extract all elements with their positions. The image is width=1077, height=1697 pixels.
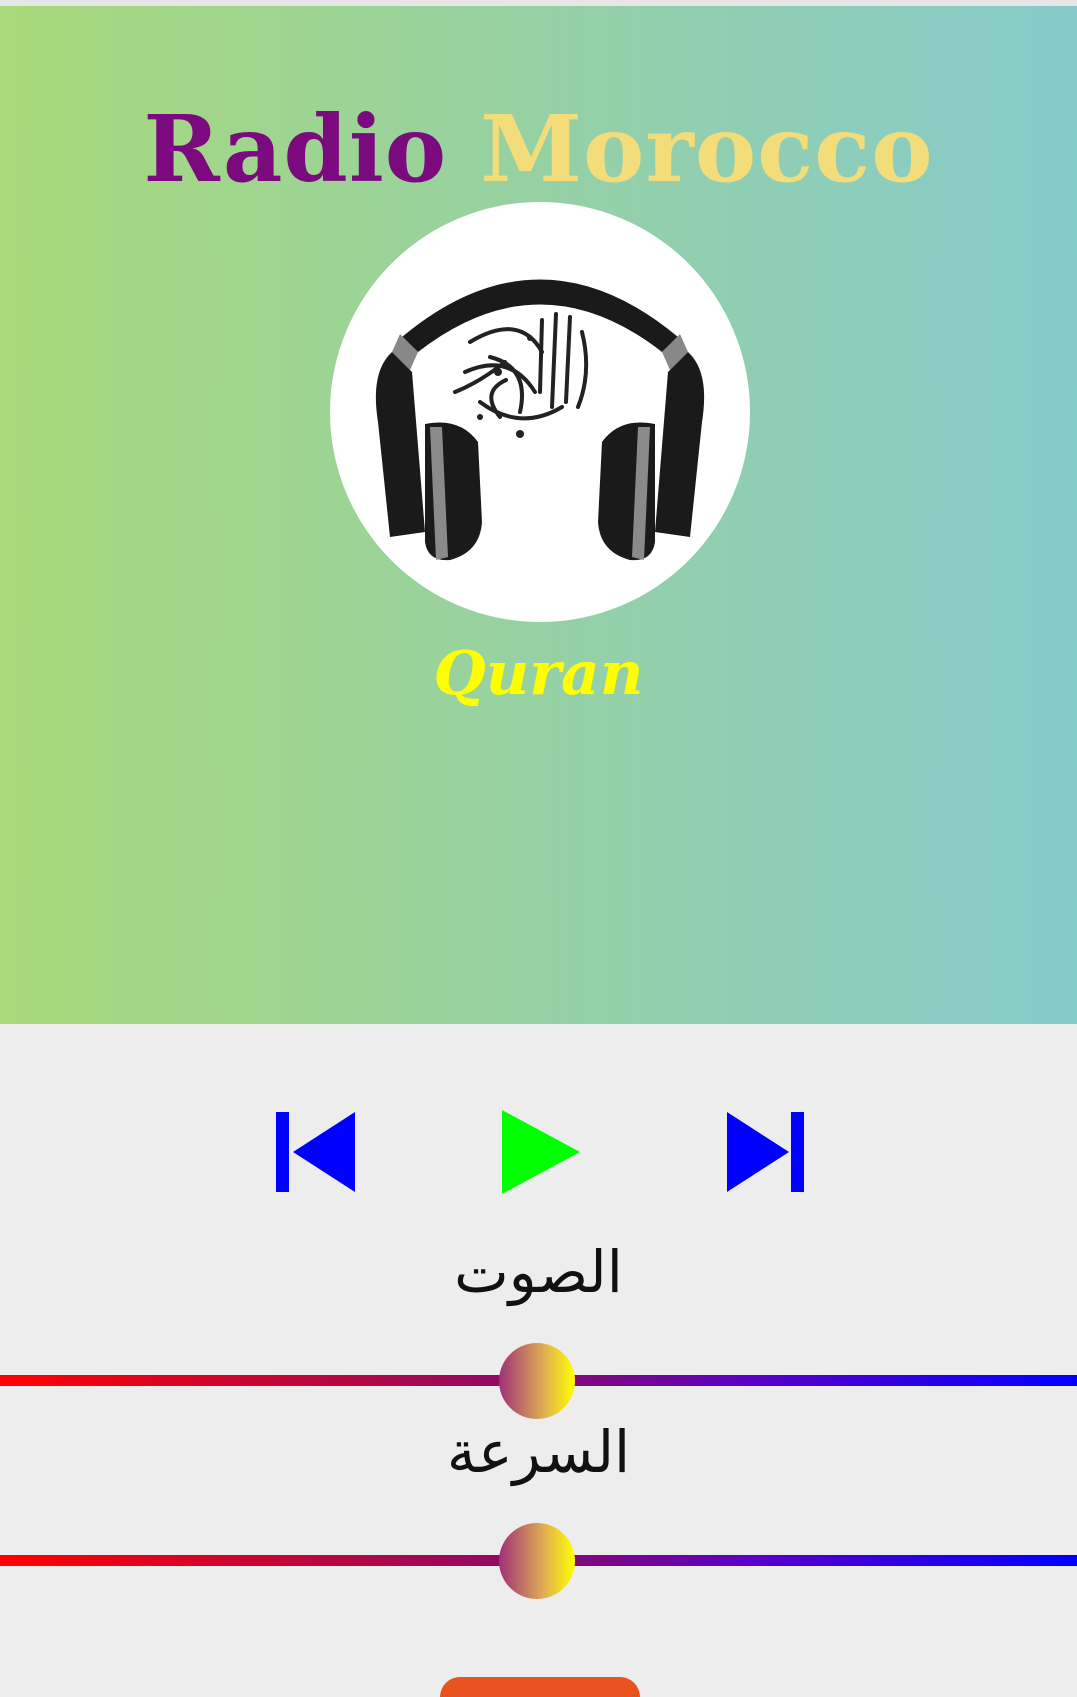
app-title-word-morocco: Morocco: [480, 95, 934, 203]
volume-slider-thumb[interactable]: [498, 1343, 575, 1419]
next-button[interactable]: [715, 1104, 815, 1204]
volume-slider[interactable]: [0, 1341, 1077, 1421]
bottom-action-button[interactable]: [440, 1677, 640, 1697]
header-banner: Radio Morocco Quran: [0, 6, 1077, 1024]
play-icon: [502, 1110, 580, 1194]
skip-previous-icon: [276, 1112, 355, 1192]
playback-controls: [0, 1104, 1077, 1204]
volume-label: الصوت: [454, 1238, 623, 1306]
app-title-word-radio: Radio: [143, 95, 448, 203]
speed-slider-thumb[interactable]: [498, 1523, 575, 1599]
skip-next-icon: [727, 1112, 804, 1192]
app-title: Radio Morocco: [0, 94, 1077, 204]
previous-button[interactable]: [265, 1104, 365, 1204]
speed-label: السرعة: [446, 1418, 631, 1486]
play-button[interactable]: [490, 1104, 590, 1204]
station-name: Quran: [433, 639, 644, 709]
speed-slider[interactable]: [0, 1521, 1077, 1601]
headphones-quran-icon: [330, 202, 750, 622]
